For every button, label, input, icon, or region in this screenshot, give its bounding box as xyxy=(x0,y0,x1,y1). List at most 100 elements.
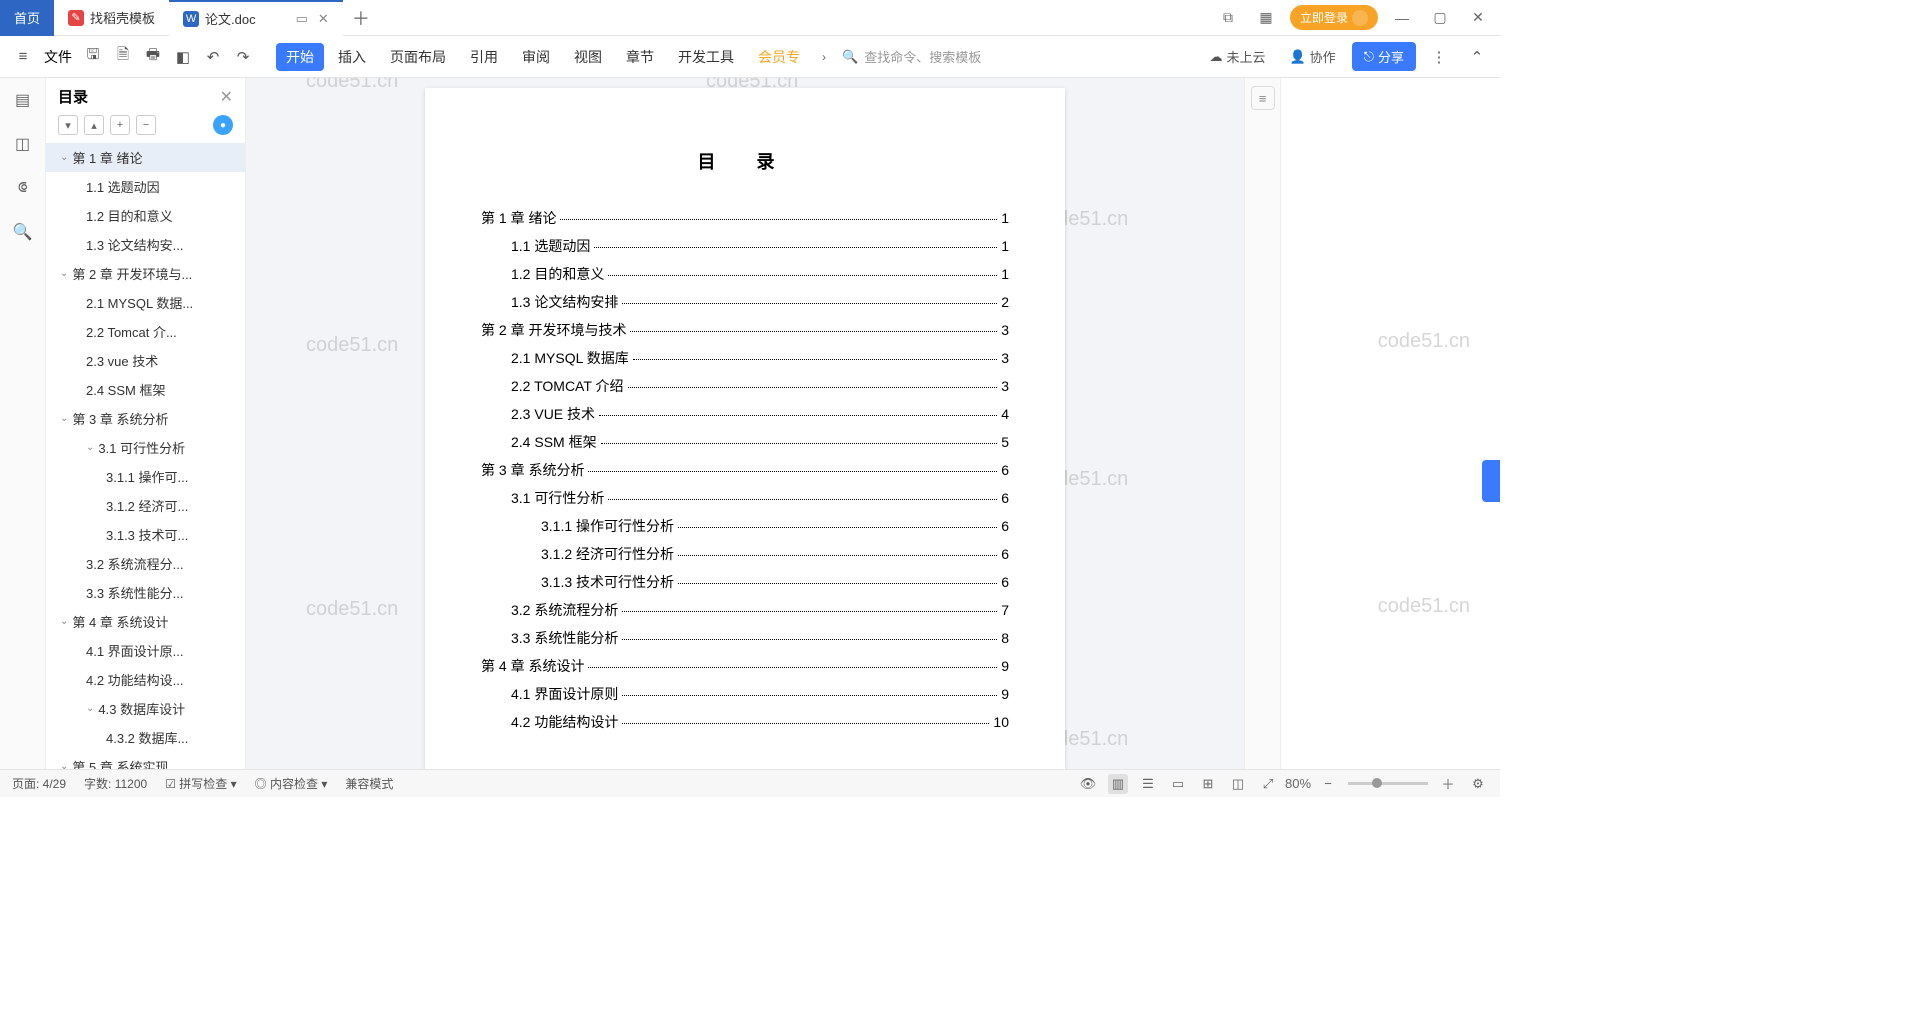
outline-item[interactable]: 4.2 功能结构设... xyxy=(46,665,245,694)
layout-icon[interactable]: ⧉ xyxy=(1214,4,1242,32)
toc-dots xyxy=(608,499,997,500)
add-icon[interactable]: + xyxy=(110,115,130,135)
settings-icon[interactable]: ⚙ xyxy=(1468,774,1488,794)
zoom-fit-icon[interactable]: ⤢ xyxy=(1258,774,1278,794)
page-indicator[interactable]: 页面: 4/29 xyxy=(12,775,66,792)
add-tab-button[interactable]: ＋ xyxy=(343,5,379,31)
tab-home[interactable]: 首页 xyxy=(0,0,54,36)
outline-item[interactable]: 3.2 系统流程分... xyxy=(46,549,245,578)
more-icon[interactable]: ⋮ xyxy=(1426,44,1452,70)
maximize-button[interactable]: ▢ xyxy=(1426,4,1454,32)
outline-item[interactable]: 2.2 Tomcat 介... xyxy=(46,317,245,346)
outline-item[interactable]: 3.1.1 操作可... xyxy=(46,462,245,491)
redo-icon[interactable]: ↷ xyxy=(230,44,256,70)
zoom-in-icon[interactable]: ＋ xyxy=(1438,774,1458,794)
menu-section[interactable]: 章节 xyxy=(616,43,664,71)
close-icon[interactable]: ✕ xyxy=(220,87,233,107)
save-icon[interactable]: 🖫 xyxy=(80,44,106,70)
outline-icon[interactable]: ▤ xyxy=(11,88,35,112)
toc-dots xyxy=(678,555,997,556)
outline-item[interactable]: ⌄第 1 章 绪论 xyxy=(46,143,245,172)
outline-item[interactable]: ⌄第 3 章 系统分析 xyxy=(46,404,245,433)
menu-view[interactable]: 视图 xyxy=(564,43,612,71)
word-count[interactable]: 字数: 11200 xyxy=(84,775,147,792)
toc-page: 10 xyxy=(993,714,1009,730)
zoom-out-icon[interactable]: − xyxy=(1318,774,1338,794)
content-check-button[interactable]: ◎ 内容检查 ▾ xyxy=(255,775,328,792)
expand-all-icon[interactable]: ▴ xyxy=(84,115,104,135)
menu-layout[interactable]: 页面布局 xyxy=(380,43,456,71)
preview-icon[interactable]: ◧ xyxy=(170,44,196,70)
tab-document[interactable]: W 论文.doc ▭ ✕ xyxy=(169,0,343,36)
menu-devtools[interactable]: 开发工具 xyxy=(668,43,744,71)
outline-item[interactable]: ⌄4.3 数据库设计 xyxy=(46,694,245,723)
search-input[interactable]: 🔍 查找命令、搜索模板 xyxy=(832,43,991,70)
outline-title: 目录 xyxy=(58,86,88,107)
print-icon[interactable]: 🖶 xyxy=(140,44,166,70)
outline-item[interactable]: 1.3 论文结构安... xyxy=(46,230,245,259)
menu-review[interactable]: 审阅 xyxy=(512,43,560,71)
menu-insert[interactable]: 插入 xyxy=(328,43,376,71)
panel-toggle-icon[interactable]: ≡ xyxy=(1251,86,1275,110)
outline-item[interactable]: 2.3 vue 技术 xyxy=(46,346,245,375)
outline-item[interactable]: 4.1 界面设计原... xyxy=(46,636,245,665)
save-as-icon[interactable]: 🗎 xyxy=(110,44,136,70)
menu-icon[interactable]: ≡ xyxy=(10,44,36,70)
outline-item[interactable]: ⌄3.1 可行性分析 xyxy=(46,433,245,462)
outline-item[interactable]: 2.4 SSM 框架 xyxy=(46,375,245,404)
login-button[interactable]: 立即登录 xyxy=(1290,5,1378,30)
menu-member[interactable]: 会员专 xyxy=(748,43,810,71)
web-view-icon[interactable]: ⊞ xyxy=(1198,774,1218,794)
undo-icon[interactable]: ↶ xyxy=(200,44,226,70)
menu-start[interactable]: 开始 xyxy=(276,43,324,71)
bookmark-icon[interactable]: ⟃ xyxy=(11,176,35,200)
outline-item[interactable]: 3.1.3 技术可... xyxy=(46,520,245,549)
outline-item[interactable]: ⌄第 4 章 系统设计 xyxy=(46,607,245,636)
outline-item[interactable]: 2.1 MYSQL 数据... xyxy=(46,288,245,317)
tab-templates[interactable]: ✎ 找稻壳模板 xyxy=(54,0,169,36)
outline-item[interactable]: ⌄第 2 章 开发环境与... xyxy=(46,259,245,288)
outline-list[interactable]: ⌄第 1 章 绪论1.1 选题动因1.2 目的和意义1.3 论文结构安...⌄第… xyxy=(46,143,245,769)
ai-icon[interactable]: ● xyxy=(213,115,233,135)
document-page: 目 录 第 1 章 绪论11.1 选题动因11.2 目的和意义11.3 论文结构… xyxy=(425,88,1065,769)
apps-icon[interactable]: ▦ xyxy=(1252,4,1280,32)
outline-item[interactable]: 3.3 系统性能分... xyxy=(46,578,245,607)
spellcheck-button[interactable]: ☑ 拼写检查 ▾ xyxy=(165,775,236,792)
minimize-button[interactable]: — xyxy=(1388,4,1416,32)
chevron-right-icon[interactable]: › xyxy=(822,50,826,64)
toc-text: 3.1 可行性分析 xyxy=(511,488,604,508)
zoom-level[interactable]: 80% xyxy=(1288,774,1308,794)
toc-page: 3 xyxy=(1001,322,1009,338)
page-view-icon[interactable]: ▥ xyxy=(1108,774,1128,794)
outline-item[interactable]: 1.1 选题动因 xyxy=(46,172,245,201)
share-button[interactable]: ⎋分享 xyxy=(1352,42,1416,71)
outline-item[interactable]: 1.2 目的和意义 xyxy=(46,201,245,230)
outline-item-label: 2.1 MYSQL 数据... xyxy=(86,293,193,312)
window-icon[interactable]: ▭ xyxy=(296,11,308,27)
nav-icon[interactable]: ◫ xyxy=(11,132,35,156)
outline-item[interactable]: 3.1.2 经济可... xyxy=(46,491,245,520)
cloud-button[interactable]: ☁未上云 xyxy=(1201,43,1273,70)
split-view-icon[interactable]: ◫ xyxy=(1228,774,1248,794)
remove-icon[interactable]: − xyxy=(136,115,156,135)
close-button[interactable]: ✕ xyxy=(1464,4,1492,32)
outline-item-label: 第 3 章 系统分析 xyxy=(72,409,168,428)
close-icon[interactable]: ✕ xyxy=(318,11,329,27)
collab-button[interactable]: 👤协作 xyxy=(1281,43,1343,70)
outline-view-icon[interactable]: ☰ xyxy=(1138,774,1158,794)
outline-item[interactable]: ⌄第 5 章 系统实现 xyxy=(46,752,245,769)
collapse-all-icon[interactable]: ▾ xyxy=(58,115,78,135)
read-view-icon[interactable]: ▭ xyxy=(1168,774,1188,794)
file-menu[interactable]: 文件 xyxy=(44,47,72,67)
toc-page: 5 xyxy=(1001,434,1009,450)
document-area[interactable]: code51.cn code51.cn code51.cn code51.cn … xyxy=(246,78,1244,769)
menu-reference[interactable]: 引用 xyxy=(460,43,508,71)
outline-item[interactable]: 4.3.2 数据库... xyxy=(46,723,245,752)
find-icon[interactable]: 🔍 xyxy=(11,220,35,244)
outline-item-label: 第 5 章 系统实现 xyxy=(72,757,168,769)
collapse-icon[interactable]: ⌃ xyxy=(1464,44,1490,70)
toc-text: 1.2 目的和意义 xyxy=(511,264,604,284)
feedback-tab[interactable] xyxy=(1482,460,1500,502)
eye-icon[interactable]: 👁 xyxy=(1078,774,1098,794)
zoom-slider[interactable] xyxy=(1348,782,1428,785)
